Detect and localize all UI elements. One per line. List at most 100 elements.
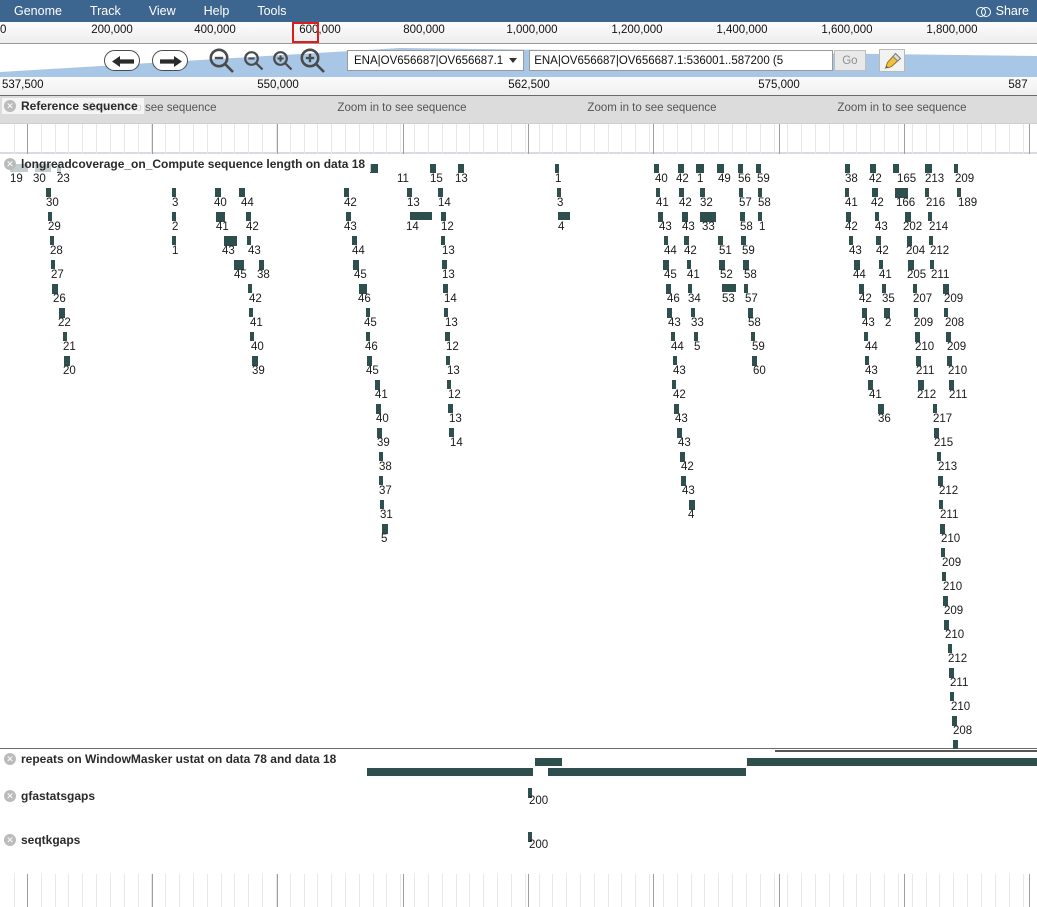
coverage-feature[interactable] bbox=[380, 500, 384, 509]
coverage-feature[interactable] bbox=[925, 164, 932, 173]
overview-ruler[interactable]: 0 200,000 400,000 600,000 800,000 1,000,000 1,… bbox=[0, 22, 1037, 44]
coverage-feature[interactable] bbox=[864, 332, 868, 341]
coverage-feature[interactable] bbox=[744, 284, 748, 293]
coverage-feature[interactable] bbox=[937, 452, 941, 461]
coverage-feature[interactable] bbox=[929, 236, 933, 245]
coverage-feature[interactable] bbox=[738, 164, 743, 173]
coverage-feature[interactable] bbox=[246, 212, 251, 221]
zoom-in-small-icon[interactable] bbox=[272, 50, 293, 71]
coverage-feature[interactable] bbox=[664, 236, 668, 245]
coverage-feature[interactable] bbox=[370, 164, 378, 173]
coverage-feature[interactable] bbox=[379, 452, 383, 461]
coverage-feature[interactable] bbox=[758, 212, 762, 221]
coverage-feature[interactable] bbox=[46, 188, 51, 197]
coverage-feature[interactable] bbox=[928, 212, 932, 221]
close-icon[interactable]: ✕ bbox=[4, 834, 16, 846]
coverage-feature[interactable] bbox=[694, 332, 698, 341]
coverage-feature[interactable] bbox=[718, 236, 723, 245]
coverage-feature[interactable] bbox=[673, 356, 677, 365]
coverage-feature[interactable] bbox=[366, 332, 370, 341]
coverage-feature[interactable] bbox=[250, 332, 254, 341]
coverage-feature[interactable] bbox=[444, 308, 448, 317]
zoom-out-small-icon[interactable] bbox=[243, 50, 264, 71]
coverage-feature[interactable] bbox=[447, 380, 451, 389]
coverage-feature[interactable] bbox=[691, 308, 695, 317]
coverage-feature[interactable] bbox=[758, 188, 762, 197]
highlight-region-button[interactable] bbox=[878, 49, 905, 72]
go-button[interactable]: Go bbox=[834, 50, 866, 71]
coverage-feature[interactable] bbox=[845, 188, 849, 197]
coverage-feature[interactable] bbox=[248, 284, 252, 293]
coverage-feature[interactable] bbox=[678, 164, 684, 173]
coverage-feature[interactable] bbox=[930, 260, 934, 269]
menu-item-view[interactable]: View bbox=[135, 0, 190, 22]
coverage-feature[interactable] bbox=[51, 260, 55, 269]
coverage-feature[interactable] bbox=[50, 236, 54, 245]
location-input[interactable] bbox=[529, 50, 834, 71]
coverage-feature[interactable] bbox=[756, 164, 761, 173]
coverage-feature[interactable] bbox=[870, 164, 876, 173]
coverage-feature[interactable] bbox=[671, 332, 675, 341]
repeat-feature[interactable] bbox=[747, 758, 1037, 766]
coverage-feature[interactable] bbox=[215, 188, 221, 197]
coverage-feature[interactable] bbox=[48, 212, 52, 221]
close-icon[interactable]: ✕ bbox=[4, 158, 16, 170]
track-longread-coverage[interactable]: ✕ longreadcoverage_on_Compute sequence l… bbox=[0, 154, 1037, 762]
coverage-feature[interactable] bbox=[925, 188, 929, 197]
coverage-feature[interactable] bbox=[893, 164, 899, 173]
share-button[interactable]: Share bbox=[975, 0, 1029, 22]
coverage-feature[interactable] bbox=[441, 212, 446, 221]
coverage-feature[interactable] bbox=[942, 572, 946, 581]
coverage-feature[interactable] bbox=[722, 284, 736, 292]
coverage-feature[interactable] bbox=[740, 212, 745, 221]
coverage-feature[interactable] bbox=[687, 260, 691, 269]
coverage-feature[interactable] bbox=[751, 332, 755, 341]
coverage-feature[interactable] bbox=[379, 476, 383, 485]
coverage-feature[interactable] bbox=[941, 548, 945, 557]
coverage-feature[interactable] bbox=[876, 236, 881, 245]
coverage-feature[interactable] bbox=[872, 188, 878, 197]
coverage-feature[interactable] bbox=[249, 308, 253, 317]
reference-sequence-select[interactable]: ENA|OV656687|OV656687.1 bbox=[347, 50, 525, 71]
coverage-feature[interactable] bbox=[654, 164, 659, 173]
coverage-feature[interactable] bbox=[865, 356, 869, 365]
coverage-feature[interactable] bbox=[717, 164, 724, 173]
menu-item-help[interactable]: Help bbox=[190, 0, 244, 22]
coverage-feature[interactable] bbox=[352, 236, 357, 245]
coverage-feature[interactable] bbox=[879, 260, 883, 269]
coverage-feature[interactable] bbox=[688, 284, 692, 293]
coverage-feature[interactable] bbox=[448, 404, 453, 413]
menu-item-tools[interactable]: Tools bbox=[243, 0, 300, 22]
track-seqtkgaps[interactable]: ✕ seqtkgaps 200 bbox=[0, 830, 1037, 874]
coverage-feature[interactable] bbox=[944, 308, 948, 317]
coverage-feature[interactable] bbox=[555, 164, 559, 173]
coverage-feature[interactable] bbox=[446, 356, 450, 365]
coverage-feature[interactable] bbox=[700, 188, 705, 197]
coverage-feature[interactable] bbox=[950, 692, 954, 701]
coverage-feature[interactable] bbox=[430, 164, 436, 173]
zoom-in-large-icon[interactable] bbox=[299, 47, 326, 74]
coverage-feature[interactable] bbox=[957, 188, 961, 197]
coverage-feature[interactable] bbox=[407, 188, 412, 197]
coverage-feature[interactable] bbox=[438, 188, 443, 197]
close-icon[interactable]: ✕ bbox=[4, 790, 16, 802]
coverage-feature[interactable] bbox=[442, 260, 447, 269]
coverage-feature[interactable] bbox=[410, 212, 432, 220]
repeat-feature[interactable] bbox=[535, 758, 562, 766]
coverage-feature[interactable] bbox=[172, 236, 176, 245]
close-icon[interactable]: ✕ bbox=[4, 753, 16, 765]
coverage-feature[interactable] bbox=[914, 308, 918, 317]
coverage-feature[interactable] bbox=[913, 284, 917, 293]
coverage-feature[interactable] bbox=[172, 212, 176, 221]
coverage-feature[interactable] bbox=[247, 236, 251, 245]
coverage-feature[interactable] bbox=[882, 284, 886, 293]
coverage-feature[interactable] bbox=[344, 188, 349, 197]
coverage-feature[interactable] bbox=[849, 236, 853, 245]
coverage-feature[interactable] bbox=[672, 380, 676, 389]
coverage-feature[interactable] bbox=[679, 188, 684, 197]
close-icon[interactable]: ✕ bbox=[4, 100, 16, 112]
zoom-out-large-icon[interactable] bbox=[208, 47, 235, 74]
navigate-forward-button[interactable] bbox=[152, 50, 188, 71]
coverage-feature[interactable] bbox=[449, 428, 454, 437]
track-reference-sequence[interactable]: ✕ Reference sequence Zoom in to see sequ… bbox=[0, 96, 1037, 124]
